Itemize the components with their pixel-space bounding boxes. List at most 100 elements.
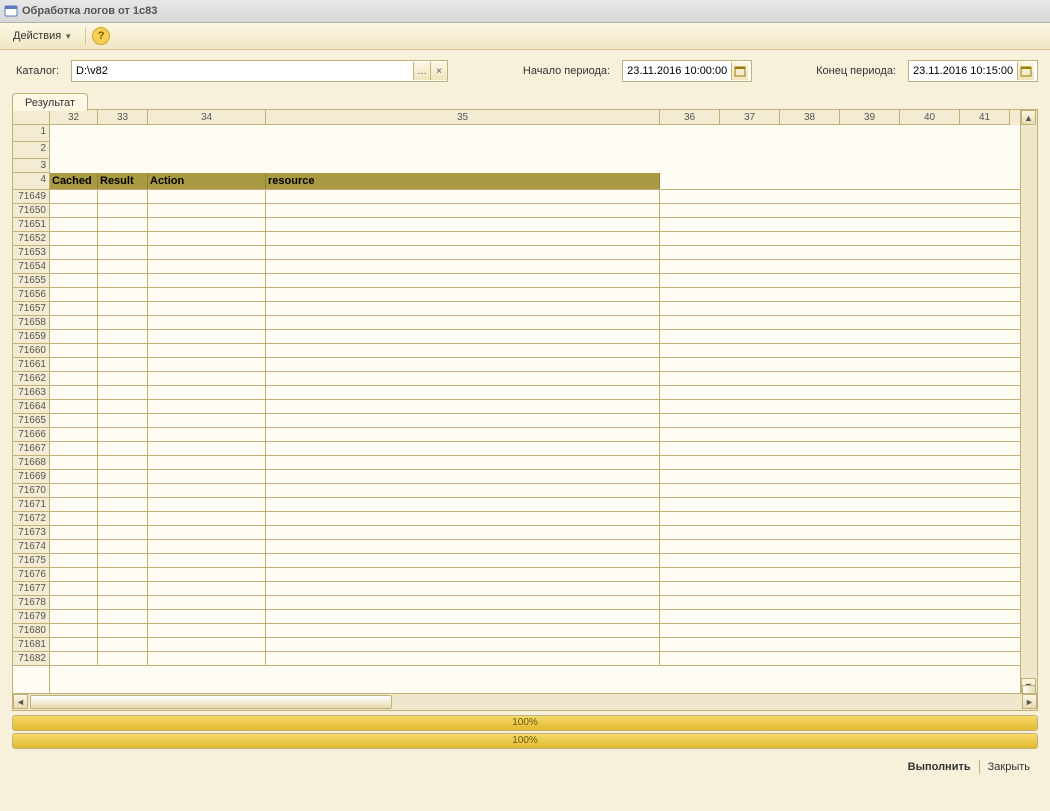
- cell[interactable]: [720, 652, 780, 665]
- column-header[interactable]: 39: [840, 110, 900, 125]
- row-header[interactable]: 4: [13, 173, 49, 190]
- cell[interactable]: [780, 173, 840, 189]
- cell[interactable]: [720, 638, 780, 651]
- cell[interactable]: [266, 204, 660, 217]
- column-header[interactable]: 36: [660, 110, 720, 125]
- cell[interactable]: [50, 540, 98, 553]
- cell[interactable]: [148, 190, 266, 203]
- cell[interactable]: [148, 638, 266, 651]
- cell[interactable]: [720, 386, 780, 399]
- cell[interactable]: [50, 204, 98, 217]
- cell[interactable]: [98, 344, 148, 357]
- row-header[interactable]: 71673: [13, 526, 49, 540]
- scroll-track[interactable]: [28, 694, 1022, 710]
- cell[interactable]: [960, 316, 1010, 329]
- cell[interactable]: [780, 470, 840, 483]
- cell[interactable]: [900, 624, 960, 637]
- row-header[interactable]: 71655: [13, 274, 49, 288]
- cell[interactable]: [660, 610, 720, 623]
- cell[interactable]: [960, 470, 1010, 483]
- cell[interactable]: [98, 358, 148, 371]
- row-header[interactable]: 71664: [13, 400, 49, 414]
- cell[interactable]: [148, 232, 266, 245]
- cell[interactable]: [840, 470, 900, 483]
- column-header[interactable]: 41: [960, 110, 1010, 125]
- horizontal-scrollbar[interactable]: ◄ ►: [13, 693, 1037, 710]
- cell[interactable]: [660, 442, 720, 455]
- cell[interactable]: [98, 456, 148, 469]
- row-header[interactable]: 71666: [13, 428, 49, 442]
- cell[interactable]: [50, 159, 1010, 173]
- cell[interactable]: [98, 330, 148, 343]
- cell[interactable]: Cached: [50, 173, 98, 189]
- cell[interactable]: [840, 218, 900, 231]
- row-header[interactable]: 71652: [13, 232, 49, 246]
- cell[interactable]: [840, 498, 900, 511]
- cell[interactable]: [266, 246, 660, 259]
- cell[interactable]: [98, 190, 148, 203]
- cell[interactable]: [98, 414, 148, 427]
- cell[interactable]: [840, 302, 900, 315]
- cell[interactable]: [720, 568, 780, 581]
- cell[interactable]: [266, 190, 660, 203]
- cell[interactable]: [148, 274, 266, 287]
- cell[interactable]: [780, 330, 840, 343]
- cell[interactable]: [50, 568, 98, 581]
- cell[interactable]: [50, 624, 98, 637]
- cell[interactable]: [98, 386, 148, 399]
- cell[interactable]: [660, 358, 720, 371]
- cell[interactable]: [840, 288, 900, 301]
- cell[interactable]: [50, 372, 98, 385]
- cell[interactable]: [720, 218, 780, 231]
- cell[interactable]: [960, 568, 1010, 581]
- cell[interactable]: [960, 582, 1010, 595]
- row-header[interactable]: 71671: [13, 498, 49, 512]
- cell[interactable]: [960, 456, 1010, 469]
- cell[interactable]: [960, 624, 1010, 637]
- cell[interactable]: [266, 652, 660, 665]
- cell[interactable]: [98, 498, 148, 511]
- cell[interactable]: [840, 428, 900, 441]
- cell[interactable]: [148, 652, 266, 665]
- cell[interactable]: [98, 218, 148, 231]
- cell[interactable]: [266, 596, 660, 609]
- row-header[interactable]: 71670: [13, 484, 49, 498]
- cell[interactable]: [50, 470, 98, 483]
- period-end-input[interactable]: [909, 61, 1017, 81]
- cell[interactable]: [960, 484, 1010, 497]
- cell[interactable]: [840, 568, 900, 581]
- cell[interactable]: [780, 400, 840, 413]
- cell[interactable]: [840, 358, 900, 371]
- cell[interactable]: [50, 610, 98, 623]
- scroll-left-icon[interactable]: ◄: [13, 694, 28, 709]
- cell[interactable]: [840, 274, 900, 287]
- row-header[interactable]: 71658: [13, 316, 49, 330]
- cell[interactable]: [266, 498, 660, 511]
- row-header[interactable]: 2: [13, 142, 49, 159]
- cell[interactable]: [148, 344, 266, 357]
- cell[interactable]: [840, 526, 900, 539]
- cell[interactable]: [98, 260, 148, 273]
- cell[interactable]: [266, 414, 660, 427]
- cell[interactable]: [780, 246, 840, 259]
- cell[interactable]: [900, 274, 960, 287]
- cell[interactable]: [900, 582, 960, 595]
- row-header[interactable]: 71651: [13, 218, 49, 232]
- cell[interactable]: [840, 330, 900, 343]
- cell[interactable]: [840, 260, 900, 273]
- cell[interactable]: [50, 456, 98, 469]
- row-header[interactable]: 71660: [13, 344, 49, 358]
- cell[interactable]: [50, 125, 1010, 142]
- cell[interactable]: [780, 512, 840, 525]
- cell[interactable]: [98, 288, 148, 301]
- column-header[interactable]: 38: [780, 110, 840, 125]
- cell[interactable]: [960, 638, 1010, 651]
- cell[interactable]: [780, 582, 840, 595]
- calendar-icon[interactable]: [731, 62, 748, 80]
- cell[interactable]: [98, 554, 148, 567]
- cell[interactable]: [720, 246, 780, 259]
- cell[interactable]: [960, 218, 1010, 231]
- cell[interactable]: [720, 484, 780, 497]
- row-header[interactable]: 1: [13, 125, 49, 142]
- cell[interactable]: [720, 470, 780, 483]
